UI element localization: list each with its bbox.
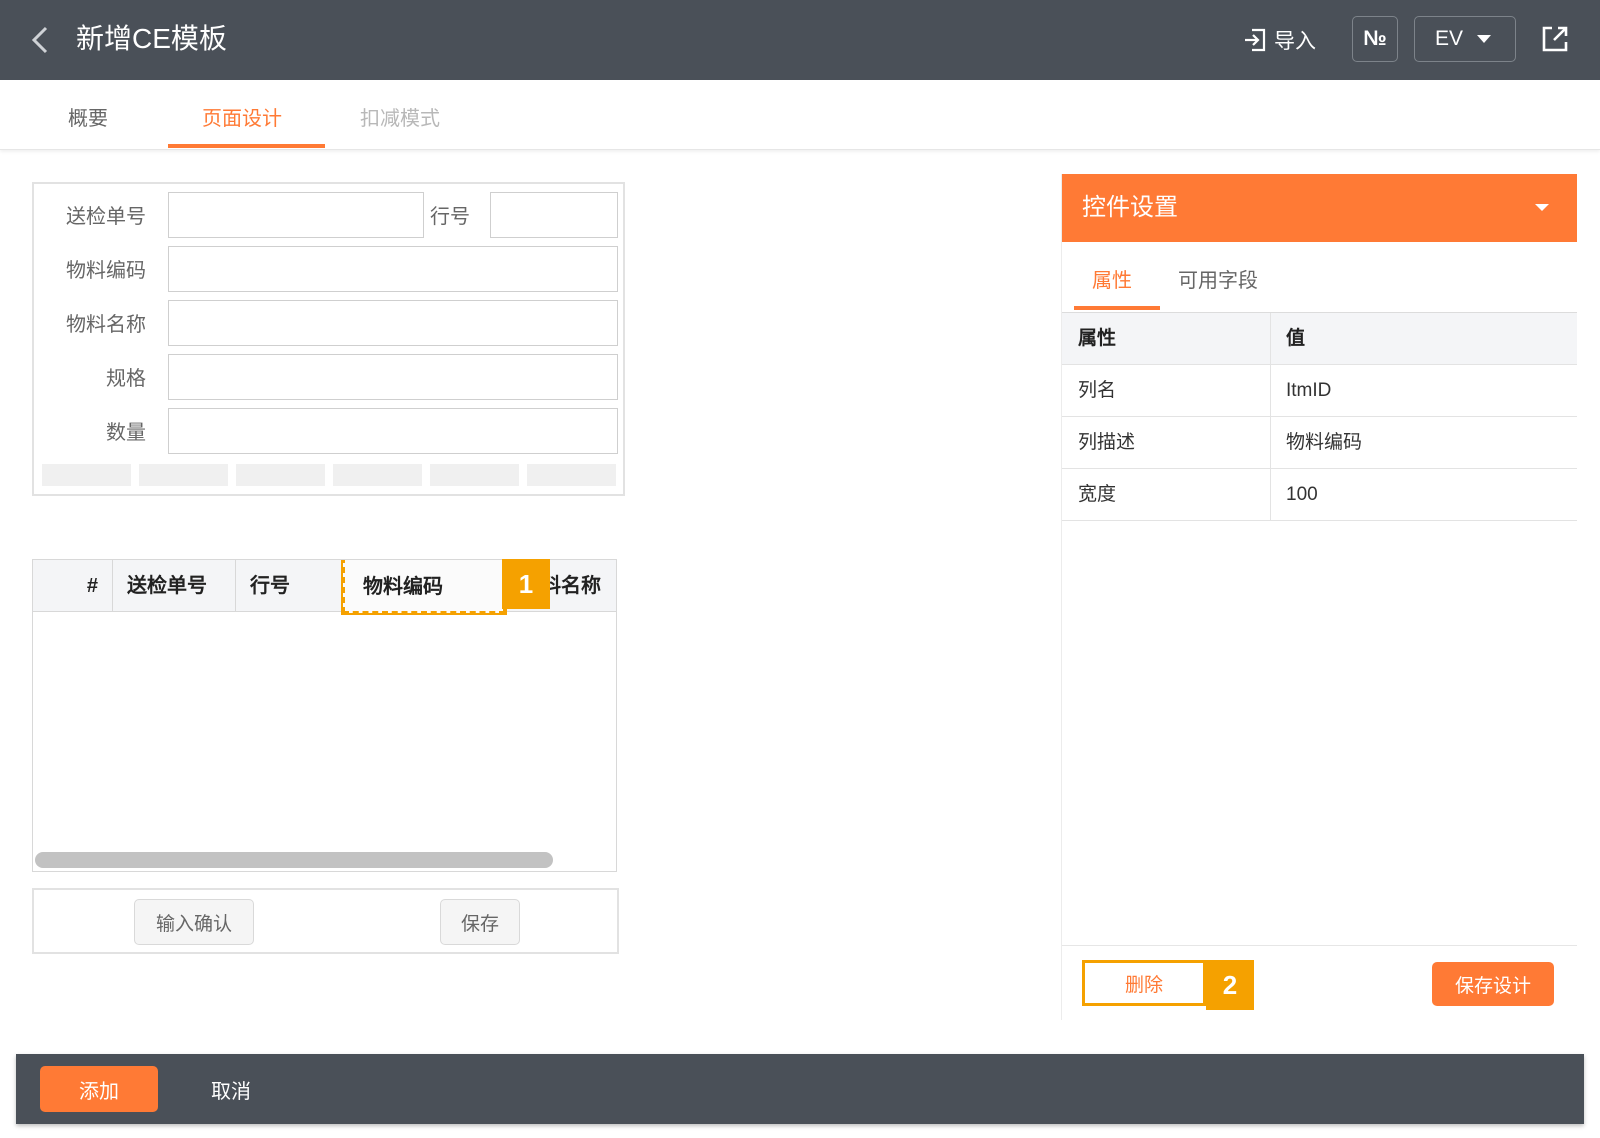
property-name: 列描述 (1078, 432, 1136, 453)
page-title: 新增CE模板 (76, 23, 227, 54)
top-bar: 新增CE模板 导入 № EV (0, 0, 1600, 80)
control-settings-panel: 控件设置 属性 可用字段 属性 值 列名 ItmID 列描述 物料编码 宽度 1… (1061, 174, 1577, 1020)
field-label-line-no: 行号 (430, 206, 470, 228)
toolbar-slot (333, 464, 422, 486)
tab-available-fields[interactable]: 可用字段 (1178, 264, 1258, 293)
settings-header[interactable]: 控件设置 (1062, 174, 1577, 242)
ev-label: EV (1435, 27, 1464, 50)
field-label-inspection-no: 送检单号 (66, 206, 146, 228)
column-header-material-code-selected[interactable]: 物料编码 (341, 560, 507, 615)
callout-badge-1: 1 (502, 559, 550, 609)
column-divider (1270, 365, 1271, 416)
grid-button-bar: 输入确认 保存 (32, 888, 619, 954)
cancel-button[interactable]: 取消 (186, 1066, 276, 1112)
active-subtab-indicator (1074, 306, 1160, 310)
table-row[interactable]: 宽度 100 (1062, 469, 1577, 521)
ev-dropdown[interactable]: EV (1414, 16, 1516, 62)
column-divider (1270, 417, 1271, 468)
quantity-input[interactable] (168, 408, 618, 454)
spec-input[interactable] (168, 354, 618, 400)
caret-down-icon (1535, 204, 1549, 211)
caret-down-icon (1477, 35, 1492, 43)
line-no-input[interactable] (490, 192, 618, 238)
back-button[interactable] (26, 22, 54, 58)
share-button[interactable] (1538, 22, 1572, 56)
divider (1062, 945, 1577, 946)
tab-deduction-mode[interactable]: 扣减模式 (360, 102, 440, 131)
field-label-spec: 规格 (106, 368, 146, 390)
horizontal-scrollbar[interactable] (35, 852, 553, 868)
column-divider (1270, 313, 1271, 364)
toolbar-slot (139, 464, 228, 486)
import-button[interactable]: 导入 (1242, 20, 1316, 60)
property-value[interactable]: 物料编码 (1286, 417, 1362, 469)
delete-button[interactable]: 删除 (1082, 960, 1206, 1006)
form-panel: 送检单号 行号 物料编码 物料名称 规格 数量 (32, 182, 625, 496)
bottom-action-bar: 添加 取消 (16, 1054, 1584, 1124)
toolbar-slot (527, 464, 616, 486)
material-name-input[interactable] (168, 300, 618, 346)
property-table: 属性 值 列名 ItmID 列描述 物料编码 宽度 100 (1062, 312, 1577, 521)
header-property: 属性 (1078, 328, 1117, 349)
tab-properties[interactable]: 属性 (1092, 264, 1132, 293)
table-row[interactable]: 列描述 物料编码 (1062, 417, 1577, 469)
add-button[interactable]: 添加 (40, 1066, 158, 1112)
property-name: 宽度 (1078, 484, 1117, 505)
column-header-index[interactable]: # (33, 560, 113, 612)
column-divider (1270, 469, 1271, 520)
field-label-material-name: 物料名称 (66, 314, 146, 336)
field-label-material-code: 物料编码 (66, 260, 146, 282)
material-code-input[interactable] (168, 246, 618, 292)
tab-overview[interactable]: 概要 (68, 102, 108, 131)
confirm-input-button[interactable]: 输入确认 (134, 899, 254, 945)
toolbar-slot (430, 464, 519, 486)
property-value[interactable]: 100 (1286, 469, 1318, 521)
import-icon (1245, 28, 1266, 52)
share-icon (1542, 26, 1568, 52)
column-header-inspection-no[interactable]: 送检单号 (113, 560, 236, 612)
toolbar-slot (236, 464, 325, 486)
callout-badge-2: 2 (1206, 960, 1254, 1010)
property-name: 列名 (1078, 380, 1117, 401)
number-button[interactable]: № (1352, 16, 1398, 62)
field-label-quantity: 数量 (106, 422, 146, 444)
tab-page-design[interactable]: 页面设计 (202, 102, 282, 131)
active-tab-indicator (168, 144, 325, 148)
property-table-header: 属性 值 (1062, 313, 1577, 365)
save-design-button[interactable]: 保存设计 (1432, 962, 1554, 1006)
number-label: № (1363, 27, 1387, 50)
save-button[interactable]: 保存 (440, 899, 520, 945)
tab-bar: 概要 页面设计 扣减模式 (0, 80, 1600, 150)
column-header-line-no[interactable]: 行号 (236, 560, 343, 612)
settings-title: 控件设置 (1082, 194, 1178, 221)
property-value[interactable]: ItmID (1286, 365, 1331, 417)
table-row[interactable]: 列名 ItmID (1062, 365, 1577, 417)
column-header-material-code: 物料编码 (363, 576, 443, 598)
toolbar-slot (42, 464, 131, 486)
import-label: 导入 (1274, 30, 1316, 53)
chevron-left-icon (31, 26, 48, 54)
header-value: 值 (1286, 328, 1306, 349)
